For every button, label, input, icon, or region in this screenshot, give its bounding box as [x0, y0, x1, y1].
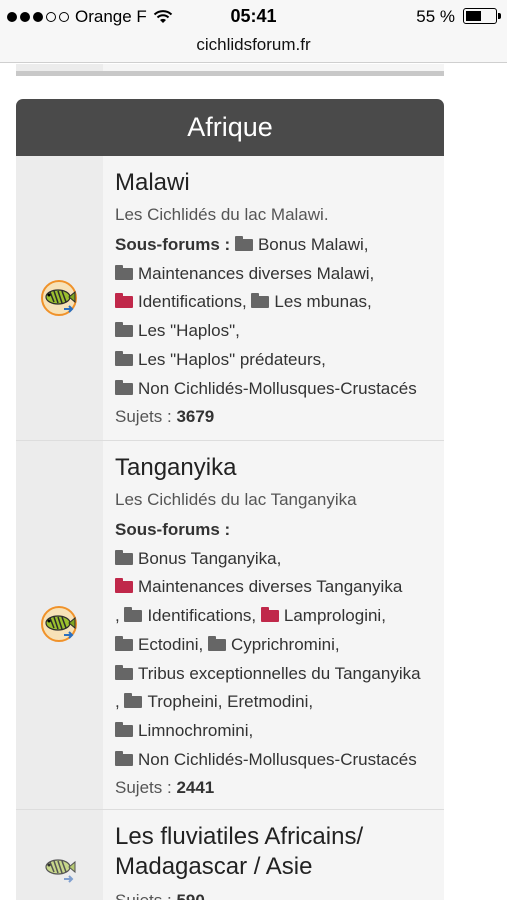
- topic-count-value: 3679: [176, 407, 215, 427]
- folder-icon: [115, 350, 133, 366]
- subforum-link[interactable]: Cyprichromini,: [231, 635, 340, 654]
- forum-icon-cell: [16, 810, 103, 900]
- subforum-link[interactable]: Les "Haplos",: [138, 321, 240, 340]
- forum-row-fluviatiles: Les fluviatiles Africains/ Madagascar / …: [16, 810, 444, 900]
- forum-description: Les Cichlidés du lac Tanganyika: [115, 490, 357, 509]
- subforum-link[interactable]: Identifications,: [147, 606, 256, 625]
- folder-new-icon: [260, 607, 279, 623]
- folder-icon: [115, 322, 133, 338]
- subforum-link[interactable]: Non Cichlidés-Mollusques-Crustacés: [138, 379, 417, 398]
- category-header[interactable]: Afrique: [16, 99, 444, 156]
- subforum-link[interactable]: Tropheini, Eretmodini,: [147, 692, 313, 711]
- address-bar[interactable]: cichlidsforum.fr: [0, 33, 507, 63]
- folder-icon: [251, 293, 270, 309]
- subforum-line: Sous-forums : Bonus Malawi,: [115, 231, 444, 260]
- subforum-line: Limnochromini,: [115, 717, 444, 746]
- forum-title-link[interactable]: Tanganyika: [115, 453, 444, 483]
- battery-icon: [463, 8, 501, 24]
- subforums-label: Sous-forums :: [115, 235, 231, 254]
- status-bar: Orange F 05:41 55 %: [0, 0, 507, 33]
- subforum-line: Sous-forums :: [115, 516, 444, 545]
- subforum-link[interactable]: Ectodini,: [138, 635, 203, 654]
- category-afrique: Afrique Malawi Les Cichlidés du lac Mala…: [16, 99, 444, 900]
- forum-title-line: Les fluviatiles Africains/: [115, 823, 364, 850]
- forum-icon-cell: [16, 441, 103, 809]
- subforum-line: Ectodini, Cyprichromini,: [115, 631, 444, 660]
- subforum-line: Identifications, Les mbunas,: [115, 288, 444, 317]
- url-text: cichlidsforum.fr: [196, 35, 311, 54]
- topic-count: Sujets : 2441: [115, 774, 444, 802]
- folder-icon: [115, 635, 133, 651]
- forum-row-malawi: Malawi Les Cichlidés du lac Malawi. Sous…: [16, 156, 444, 441]
- folder-icon: [115, 750, 133, 766]
- topic-count-label: Sujets :: [115, 778, 172, 798]
- subforum-link[interactable]: Les "Haplos" prédateurs,: [138, 350, 326, 369]
- folder-icon: [207, 635, 226, 651]
- folder-icon: [115, 379, 133, 395]
- topic-count-label: Sujets :: [115, 407, 172, 427]
- topic-count: Sujets : 3679: [115, 403, 444, 431]
- forum-title-link[interactable]: Malawi: [115, 168, 444, 198]
- subforum-line: , Identifications, Lamprologini,: [115, 606, 386, 626]
- forum-info: Tanganyika Les Cichlidés du lac Tanganyi…: [103, 441, 444, 809]
- subforum-link[interactable]: Maintenances diverses Tanganyika: [138, 577, 402, 596]
- folder-icon: [124, 693, 143, 709]
- subforum-link[interactable]: Non Cichlidés-Mollusques-Crustacés: [138, 750, 417, 769]
- subforum-line: Bonus Tanganyika,: [115, 545, 444, 574]
- topic-count-label: Sujets :: [115, 891, 172, 900]
- subforum-line: Non Cichlidés-Mollusques-Crustacés: [115, 746, 444, 775]
- divider: [16, 71, 444, 76]
- subforum-line: Les "Haplos",: [115, 317, 444, 346]
- forum-description: Les Cichlidés du lac Malawi.: [115, 205, 329, 224]
- forum-title-line: Madagascar / Asie: [115, 853, 313, 880]
- forum-row-tanganyika: Tanganyika Les Cichlidés du lac Tanganyi…: [16, 441, 444, 810]
- subforum-link[interactable]: Lamprologini,: [284, 606, 386, 625]
- folder-icon: [115, 721, 133, 737]
- subforum-line: Maintenances diverses Tanganyika: [115, 573, 444, 602]
- subforum-link[interactable]: Maintenances diverses Malawi,: [138, 264, 374, 283]
- folder-new-icon: [115, 293, 133, 309]
- folder-icon: [115, 264, 133, 280]
- subforum-link[interactable]: Bonus Tanganyika,: [138, 549, 281, 568]
- subforum-link[interactable]: Identifications,: [138, 292, 247, 311]
- battery-percentage: 55 %: [416, 7, 455, 26]
- page-content: Afrique Malawi Les Cichlidés du lac Mala…: [0, 64, 507, 900]
- folder-icon: [124, 607, 143, 623]
- subforum-line: , Tropheini, Eretmodini,: [115, 692, 314, 712]
- subforums-label: Sous-forums :: [115, 520, 231, 539]
- subforum-link[interactable]: Tribus exceptionnelles du Tanganyika: [138, 664, 421, 683]
- folder-icon: [115, 664, 133, 680]
- forum-icon-cell: [16, 156, 103, 440]
- subforum-link[interactable]: Les mbunas,: [274, 292, 371, 311]
- folder-icon: [115, 549, 133, 565]
- folder-new-icon: [115, 578, 133, 594]
- subforum-line: Les "Haplos" prédateurs,: [115, 346, 444, 375]
- forum-info: Les fluviatiles Africains/ Madagascar / …: [103, 810, 444, 900]
- fish-read-icon[interactable]: [40, 849, 78, 887]
- subforum-link[interactable]: Limnochromini,: [138, 721, 253, 740]
- subforum-link[interactable]: Bonus Malawi,: [258, 235, 369, 254]
- topic-count: Sujets : 590: [115, 887, 444, 900]
- fish-unread-icon[interactable]: [40, 605, 78, 643]
- fish-unread-icon[interactable]: [40, 279, 78, 317]
- forum-title-link[interactable]: Les fluviatiles Africains/ Madagascar / …: [115, 822, 444, 882]
- folder-icon: [234, 236, 253, 251]
- subforum-line: Maintenances diverses Malawi,: [115, 260, 444, 289]
- topic-count-value: 2441: [176, 778, 215, 798]
- subforum-line: Tribus exceptionnelles du Tanganyika: [115, 660, 444, 689]
- forum-info: Malawi Les Cichlidés du lac Malawi. Sous…: [103, 156, 444, 440]
- subforum-line: Non Cichlidés-Mollusques-Crustacés: [115, 375, 444, 404]
- topic-count-value: 590: [176, 891, 204, 900]
